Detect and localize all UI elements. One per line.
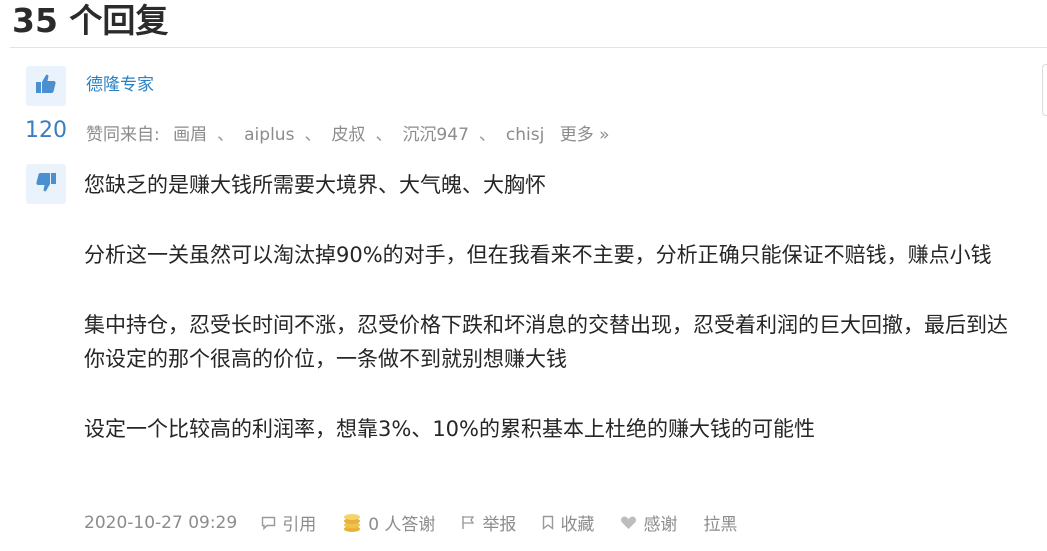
upvoter-separator: 、 bbox=[478, 125, 496, 145]
block-user-button[interactable]: 拉黑 bbox=[703, 510, 737, 535]
upvoter-separator: 、 bbox=[217, 125, 235, 145]
answer-content: 您缺乏的是赚大钱所需要大境界、大气魄、大胸怀 分析这一关虽然可以淘汰掉90%的对… bbox=[84, 168, 1014, 482]
upvoter-link[interactable]: 画眉 bbox=[173, 125, 207, 145]
thank-button[interactable]: 感谢 bbox=[620, 510, 677, 535]
upvoter-link[interactable]: chisj bbox=[506, 125, 544, 145]
answer-paragraph: 分析这一关虽然可以淘汰掉90%的对手，但在我看来不主要，分析正确只能保证不赔钱，… bbox=[84, 243, 992, 267]
header-divider bbox=[10, 47, 1047, 48]
favorite-label: 收藏 bbox=[560, 515, 595, 535]
page: 35 个回复 120 德隆专家 赞同来自: 画眉、 aiplus、皮叔、沉沉947 bbox=[0, 0, 1047, 551]
thumbs-down-icon bbox=[35, 171, 57, 197]
answer-paragraph: 集中持仓，忍受长时间不涨，忍受价格下跌和坏消息的交替出现，忍受着利润的巨大回撤，… bbox=[84, 313, 1008, 371]
coins-icon bbox=[342, 513, 362, 533]
upvoters-line: 赞同来自: 画眉、 aiplus、皮叔、沉沉947、 chisj 更多 » bbox=[86, 120, 610, 145]
thumbs-up-icon bbox=[35, 73, 57, 99]
answer-author-link[interactable]: 德隆专家 bbox=[86, 70, 154, 95]
upvoter-separator: 、 bbox=[304, 125, 322, 145]
quote-label: 引用 bbox=[282, 515, 317, 535]
thanks-count-button[interactable]: 0 人答谢 bbox=[342, 510, 435, 535]
upvoter-link[interactable]: aiplus bbox=[244, 125, 294, 145]
downvote-button[interactable] bbox=[26, 164, 66, 204]
answer-paragraph: 您缺乏的是赚大钱所需要大境界、大气魄、大胸怀 bbox=[84, 173, 546, 197]
upvoters-prefix: 赞同来自: bbox=[86, 125, 160, 145]
upvoter-link[interactable]: 皮叔 bbox=[331, 125, 365, 145]
thank-label: 感谢 bbox=[643, 515, 678, 535]
comment-icon bbox=[261, 516, 276, 530]
block-label: 拉黑 bbox=[703, 515, 738, 535]
bookmark-icon bbox=[542, 515, 554, 530]
more-upvoters-link[interactable]: 更多 » bbox=[560, 125, 610, 145]
replies-title: 35 个回复 bbox=[12, 1, 169, 40]
upvoter-link[interactable]: 沉沉947 bbox=[402, 125, 468, 145]
report-label: 举报 bbox=[482, 515, 517, 535]
upvoter-separator: 、 bbox=[375, 125, 393, 145]
answer-timestamp: 2020-10-27 09:29 bbox=[84, 512, 238, 533]
side-panel-edge[interactable] bbox=[1042, 64, 1047, 116]
heart-icon bbox=[620, 515, 637, 530]
answer-meta-bar: 2020-10-27 09:29 引用 0 人答谢 举报 收藏 感谢 拉黑 bbox=[84, 510, 763, 536]
report-button[interactable]: 举报 bbox=[461, 510, 516, 535]
vote-count: 120 bbox=[25, 118, 67, 143]
thanks-count-label: 0 人答谢 bbox=[368, 515, 436, 535]
flag-icon bbox=[461, 515, 476, 530]
quote-button[interactable]: 引用 bbox=[261, 510, 316, 535]
favorite-button[interactable]: 收藏 bbox=[542, 510, 594, 535]
upvote-button[interactable] bbox=[26, 66, 66, 106]
answer-paragraph: 设定一个比较高的利润率，想靠3%、10%的累积基本上杜绝的赚大钱的可能性 bbox=[84, 417, 815, 441]
